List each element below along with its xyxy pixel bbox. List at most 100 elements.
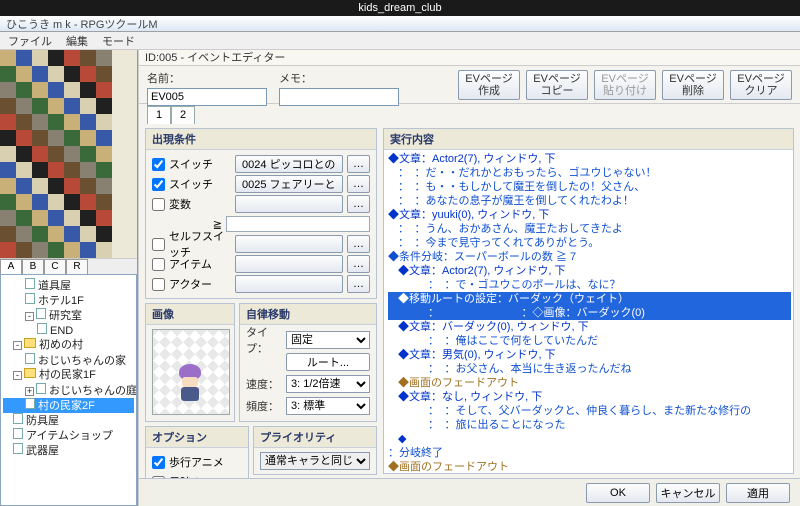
tile[interactable] bbox=[96, 194, 112, 210]
tree-item[interactable]: アイテムショップ bbox=[3, 428, 134, 443]
tileset-tab-R[interactable]: R bbox=[66, 259, 88, 275]
tile[interactable] bbox=[64, 242, 80, 258]
cond-value-button[interactable]: 0024 ピッコロとの別れ bbox=[235, 155, 343, 173]
tile[interactable] bbox=[80, 50, 96, 66]
cond-value-button[interactable]: 0025 フェアリーとの別れ… bbox=[235, 175, 343, 193]
tile[interactable] bbox=[64, 178, 80, 194]
tile[interactable] bbox=[96, 82, 112, 98]
command-line[interactable]: ◆文章：男気(0), ウィンドウ, 下 bbox=[388, 348, 791, 362]
command-line[interactable]: ： ：お父さん、本当に生き返ったんだね bbox=[388, 362, 791, 376]
tree-item[interactable]: 防具屋 bbox=[3, 413, 134, 428]
command-line[interactable]: ◆ bbox=[388, 432, 791, 446]
tile[interactable] bbox=[32, 66, 48, 82]
cond-checkbox[interactable] bbox=[152, 158, 165, 171]
tile[interactable] bbox=[0, 50, 16, 66]
tile[interactable] bbox=[32, 242, 48, 258]
tile[interactable] bbox=[0, 194, 16, 210]
command-line[interactable]: ◆条件分岐：スーパーボールの数 ≧ 7 bbox=[388, 250, 791, 264]
tile[interactable] bbox=[16, 98, 32, 114]
tile[interactable] bbox=[48, 178, 64, 194]
tile[interactable] bbox=[80, 178, 96, 194]
type-select[interactable]: 固定 bbox=[286, 331, 370, 349]
tile[interactable] bbox=[16, 146, 32, 162]
tile[interactable] bbox=[64, 130, 80, 146]
menu-edit[interactable]: 編集 bbox=[66, 33, 88, 49]
command-line[interactable]: ◆文章：バーダック(0), ウィンドウ, 下 bbox=[388, 320, 791, 334]
tile[interactable] bbox=[48, 98, 64, 114]
tree-item[interactable]: 村の民家2F bbox=[3, 398, 134, 413]
tile[interactable] bbox=[32, 98, 48, 114]
tile[interactable] bbox=[64, 66, 80, 82]
tree-item[interactable]: -初めの村 bbox=[3, 338, 134, 353]
tile[interactable] bbox=[16, 226, 32, 242]
tile[interactable] bbox=[16, 178, 32, 194]
cond-more-button[interactable]: … bbox=[347, 255, 370, 273]
evpage-button[interactable]: EVページコピー bbox=[526, 70, 588, 100]
route-button[interactable]: ルート... bbox=[286, 353, 370, 371]
tile[interactable] bbox=[48, 210, 64, 226]
tile[interactable] bbox=[32, 162, 48, 178]
command-line[interactable]: ： ：今まで見守ってくれてありがとう。 bbox=[388, 236, 791, 250]
tile[interactable] bbox=[80, 66, 96, 82]
command-line[interactable]: ： ：うん、おかあさん、魔王たおしてきたよ bbox=[388, 222, 791, 236]
page-tab-2[interactable]: 2 bbox=[171, 106, 195, 124]
tree-item[interactable]: 武器屋 bbox=[3, 443, 134, 458]
cond-checkbox[interactable] bbox=[152, 238, 165, 251]
command-line[interactable]: ◆画面のフェードアウト bbox=[388, 460, 791, 473]
priority-select[interactable]: 通常キャラと同じ bbox=[260, 452, 370, 470]
tile[interactable] bbox=[64, 210, 80, 226]
tile[interactable] bbox=[0, 146, 16, 162]
tile[interactable] bbox=[48, 162, 64, 178]
tile[interactable] bbox=[80, 210, 96, 226]
tile[interactable] bbox=[16, 66, 32, 82]
cond-value-button[interactable] bbox=[235, 195, 343, 213]
tile[interactable] bbox=[80, 82, 96, 98]
character-image-preview[interactable] bbox=[152, 329, 230, 415]
tile[interactable] bbox=[64, 82, 80, 98]
tile[interactable] bbox=[96, 98, 112, 114]
tile[interactable] bbox=[80, 146, 96, 162]
command-line[interactable]: ◆文章：なし, ウィンドウ, 下 bbox=[388, 390, 791, 404]
tile[interactable] bbox=[16, 194, 32, 210]
tile[interactable] bbox=[48, 146, 64, 162]
freq-select[interactable]: 3: 標準 bbox=[286, 397, 370, 415]
tile[interactable] bbox=[16, 50, 32, 66]
tile[interactable] bbox=[64, 114, 80, 130]
tileset-tab-C[interactable]: C bbox=[44, 259, 66, 275]
tile[interactable] bbox=[96, 130, 112, 146]
tile[interactable] bbox=[48, 226, 64, 242]
page-tab-1[interactable]: 1 bbox=[147, 106, 171, 124]
tileset-tab-A[interactable]: A bbox=[0, 259, 22, 275]
cond-checkbox[interactable] bbox=[152, 258, 165, 271]
tile[interactable] bbox=[16, 130, 32, 146]
command-line[interactable]: ：分岐終了 bbox=[388, 446, 791, 460]
cond-more-button[interactable]: … bbox=[347, 175, 370, 193]
tile[interactable] bbox=[48, 82, 64, 98]
speed-select[interactable]: 3: 1/2倍速 bbox=[286, 375, 370, 393]
command-list[interactable]: ◆文章：Actor2(7), ウィンドウ, 下： ：だ・・だれかとおもったら、ゴ… bbox=[384, 150, 793, 473]
tree-item[interactable]: ホテル1F bbox=[3, 293, 134, 308]
command-line[interactable]: ： ：そして、父バーダックと、仲良く暮らし、また新たな修行の bbox=[388, 404, 791, 418]
tree-item[interactable]: おじいちゃんの家 bbox=[3, 353, 134, 368]
tile[interactable] bbox=[80, 114, 96, 130]
cond-checkbox[interactable] bbox=[152, 278, 165, 291]
tile[interactable] bbox=[16, 162, 32, 178]
tile[interactable] bbox=[48, 50, 64, 66]
menu-file[interactable]: ファイル bbox=[8, 33, 52, 49]
tile[interactable] bbox=[48, 114, 64, 130]
cond-value-button[interactable] bbox=[235, 255, 343, 273]
tree-item[interactable]: END bbox=[3, 323, 134, 338]
command-line[interactable]: ◆文章：yuuki(0), ウィンドウ, 下 bbox=[388, 208, 791, 222]
tileset-palette[interactable] bbox=[0, 50, 112, 258]
option-checkbox[interactable] bbox=[152, 456, 165, 469]
tile[interactable] bbox=[80, 194, 96, 210]
tile[interactable] bbox=[96, 178, 112, 194]
command-line[interactable]: ◆画面のフェードアウト bbox=[388, 376, 791, 390]
tile[interactable] bbox=[48, 66, 64, 82]
tree-item[interactable]: -研究室 bbox=[3, 308, 134, 323]
tile[interactable] bbox=[48, 194, 64, 210]
tile[interactable] bbox=[0, 178, 16, 194]
command-line[interactable]: ： ：で・ゴユウこのボールは、なに？ bbox=[388, 278, 791, 292]
tile[interactable] bbox=[96, 114, 112, 130]
tile[interactable] bbox=[16, 82, 32, 98]
